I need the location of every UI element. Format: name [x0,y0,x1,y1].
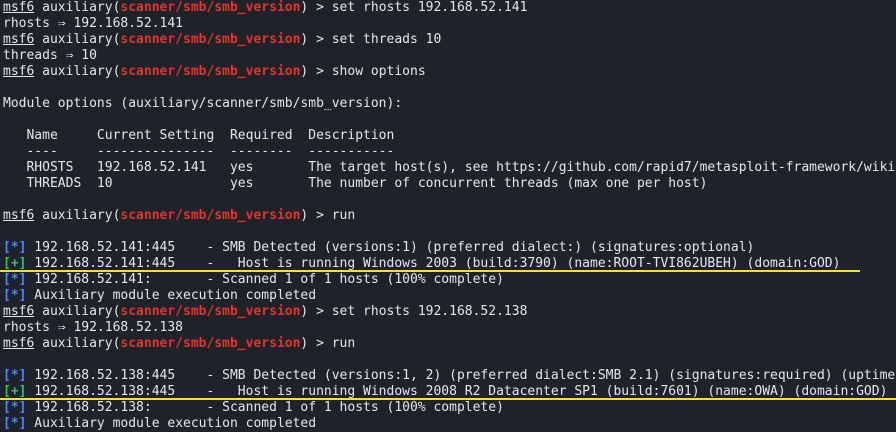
prompt-module-path: scanner/smb/smb_version [120,64,301,79]
output-line: Name Current Setting Required Descriptio… [3,128,896,144]
prompt-msf-label: msf6 [3,336,35,351]
info-marker: [*] [3,400,27,415]
prompt-module-path: scanner/smb/smb_version [120,304,301,319]
output-text: 192.168.52.138: - Scanned 1 of 1 hosts (… [26,400,504,415]
prompt-module-path: scanner/smb/smb_version [120,32,301,47]
prompt-line: msf6 auxiliary(scanner/smb/smb_version) … [3,32,896,48]
prompt-line: msf6 auxiliary(scanner/smb/smb_version) … [3,64,896,80]
prompt-module-prefix: auxiliary( [34,64,121,79]
output-text: RHOSTS 192.168.52.141 yes The target hos… [3,160,896,175]
prompt-line: msf6 auxiliary(scanner/smb/smb_version) … [3,208,896,224]
prompt-module-path: scanner/smb/smb_version [120,336,301,351]
output-text: Auxiliary module execution completed [26,288,317,303]
prompt-msf-label: msf6 [3,304,35,319]
output-line: rhosts ⇒ 192.168.52.138 [3,320,896,336]
prompt-module-prefix: auxiliary( [34,304,121,319]
output-line: Module options (auxiliary/scanner/smb/sm… [3,96,896,112]
prompt-line: msf6 auxiliary(scanner/smb/smb_version) … [3,0,896,16]
output-text: threads ⇒ 10 [3,48,97,63]
info-marker: [*] [3,288,27,303]
prompt-command: ) > set threads 10 [300,32,442,47]
prompt-module-path: scanner/smb/smb_version [120,0,301,15]
prompt-msf-label: msf6 [3,32,35,47]
prompt-command: ) > set rhosts 192.168.52.138 [300,304,528,319]
info-marker: [*] [3,416,27,431]
highlight-underline-2 [0,398,896,400]
output-text: 192.168.52.138:445 - SMB Detected (versi… [26,368,896,383]
prompt-line: msf6 auxiliary(scanner/smb/smb_version) … [3,304,896,320]
output-line: THREADS 10 yes The number of concurrent … [3,176,896,192]
prompt-module-prefix: auxiliary( [34,336,121,351]
prompt-msf-label: msf6 [3,0,35,15]
output-line: rhosts ⇒ 192.168.52.141 [3,16,896,32]
prompt-msf-label: msf6 [3,64,35,79]
info-marker: [*] [3,272,27,287]
output-text: THREADS 10 yes The number of concurrent … [3,176,708,191]
prompt-command: ) > set rhosts 192.168.52.141 [300,0,528,15]
highlight-underline-1 [0,270,860,272]
prompt-command: ) > show options [300,64,426,79]
prompt-module-prefix: auxiliary( [34,32,121,47]
output-line: [*] 192.168.52.138:445 - SMB Detected (v… [3,368,896,384]
output-text: 192.168.52.138:445 - Host is running Win… [26,384,888,399]
info-marker: [*] [3,240,27,255]
prompt-msf-label: msf6 [3,208,35,223]
output-line: threads ⇒ 10 [3,48,896,64]
output-line: RHOSTS 192.168.52.141 yes The target hos… [3,160,896,176]
output-text: Name Current Setting Required Descriptio… [3,128,395,143]
terminal-window[interactable]: msf6 auxiliary(scanner/smb/smb_version) … [0,0,896,432]
output-text: 192.168.52.141: - Scanned 1 of 1 hosts (… [26,272,504,287]
output-text: 192.168.52.141:445 - SMB Detected (versi… [26,240,755,255]
output-line: [*] 192.168.52.141: - Scanned 1 of 1 hos… [3,272,896,288]
output-line: [*] 192.168.52.141:445 - SMB Detected (v… [3,240,896,256]
prompt-line: msf6 auxiliary(scanner/smb/smb_version) … [3,336,896,352]
output-text: ---- --------------- -------- ----------… [3,144,395,159]
success-marker: [+] [3,384,27,399]
prompt-command: ) > run [300,208,356,223]
output-text: Auxiliary module execution completed [26,416,317,431]
output-text: 192.168.52.141:445 - Host is running Win… [26,256,841,271]
prompt-module-path: scanner/smb/smb_version [120,208,301,223]
output-line: [*] 192.168.52.138: - Scanned 1 of 1 hos… [3,400,896,416]
output-text: Module options (auxiliary/scanner/smb/sm… [3,96,403,111]
prompt-module-prefix: auxiliary( [34,0,121,15]
output-line: [*] Auxiliary module execution completed [3,416,896,432]
output-text: rhosts ⇒ 192.168.52.141 [3,16,184,31]
prompt-command: ) > run [300,336,356,351]
output-text: rhosts ⇒ 192.168.52.138 [3,320,184,335]
prompt-module-prefix: auxiliary( [34,208,121,223]
output-line: ---- --------------- -------- ----------… [3,144,896,160]
output-line: [*] Auxiliary module execution completed [3,288,896,304]
success-marker: [+] [3,256,27,271]
info-marker: [*] [3,368,27,383]
